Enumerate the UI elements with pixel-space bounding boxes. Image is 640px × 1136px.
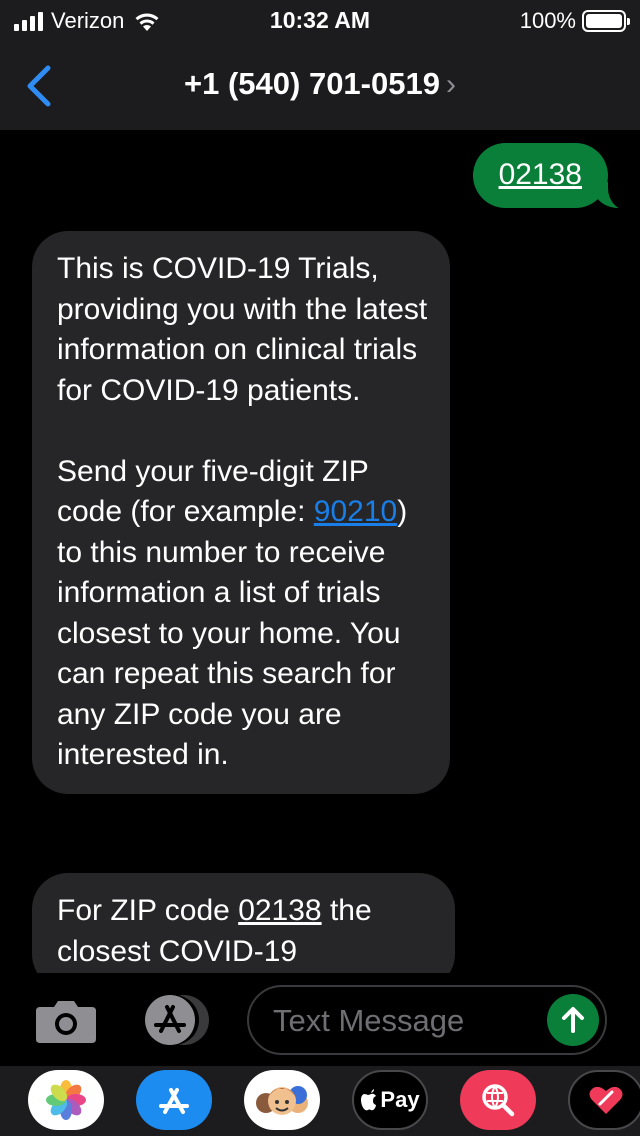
message-text: ) to this number to receive information … — [57, 495, 408, 771]
app-drawer: Pay — [0, 1066, 640, 1136]
send-button[interactable] — [547, 994, 599, 1046]
battery-icon — [582, 10, 630, 32]
memoji-icon — [256, 1086, 308, 1115]
composer-bar — [0, 973, 640, 1066]
message-paragraph: This is COVID-19 Trials, providing you w… — [57, 252, 428, 407]
digital-touch-app-button[interactable] — [568, 1070, 640, 1130]
message-paragraph: For ZIP code 02138 the closest COVID-19 — [57, 891, 435, 972]
camera-icon[interactable] — [34, 997, 98, 1043]
zip-code-link[interactable]: 90210 — [314, 495, 397, 528]
apple-pay-icon — [361, 1089, 377, 1111]
conversation-header: +1 (540) 701-0519 › — [0, 40, 640, 130]
status-bar: Verizon 10:32 AM 100% — [0, 0, 640, 40]
apple-pay-app-button[interactable]: Pay — [352, 1070, 428, 1130]
pay-label: Pay — [380, 1087, 420, 1112]
message-input[interactable] — [273, 999, 533, 1043]
digital-touch-icon — [589, 1086, 623, 1114]
photos-app-button[interactable] — [28, 1070, 104, 1130]
web-search-app-button[interactable] — [460, 1070, 536, 1130]
app-store-app-button[interactable] — [136, 1070, 212, 1130]
message-paragraph: Send your five-digit ZIP code (for examp… — [57, 452, 430, 776]
web-search-icon — [482, 1084, 515, 1117]
app-store-icon — [159, 1088, 189, 1114]
sent-message-bubble[interactable]: 02138 — [472, 143, 635, 209]
received-message-bubble[interactable]: For ZIP code 02138 the closest COVID-19 — [32, 873, 455, 973]
app-store-icon[interactable] — [140, 993, 214, 1047]
memoji-app-button[interactable] — [244, 1070, 320, 1130]
zip-code-link[interactable]: 02138 — [238, 894, 321, 927]
contact-name[interactable]: +1 (540) 701-0519 › — [0, 66, 640, 102]
received-message-bubble[interactable]: This is COVID-19 Trials, providing you w… — [32, 231, 450, 794]
battery-percent: 100% — [519, 8, 576, 33]
contact-number: +1 (540) 701-0519 — [184, 66, 440, 101]
sent-message-text: 02138 — [498, 158, 582, 191]
chevron-right-icon: › — [445, 68, 456, 101]
message-thread[interactable]: 02138 This is COVID-19 Trials, providing… — [0, 130, 640, 973]
message-text: For ZIP code — [57, 894, 239, 927]
status-right: 100% — [519, 8, 630, 34]
photos-icon — [46, 1080, 86, 1120]
message-text-field[interactable] — [247, 985, 607, 1055]
arrow-up-icon — [562, 1007, 584, 1033]
